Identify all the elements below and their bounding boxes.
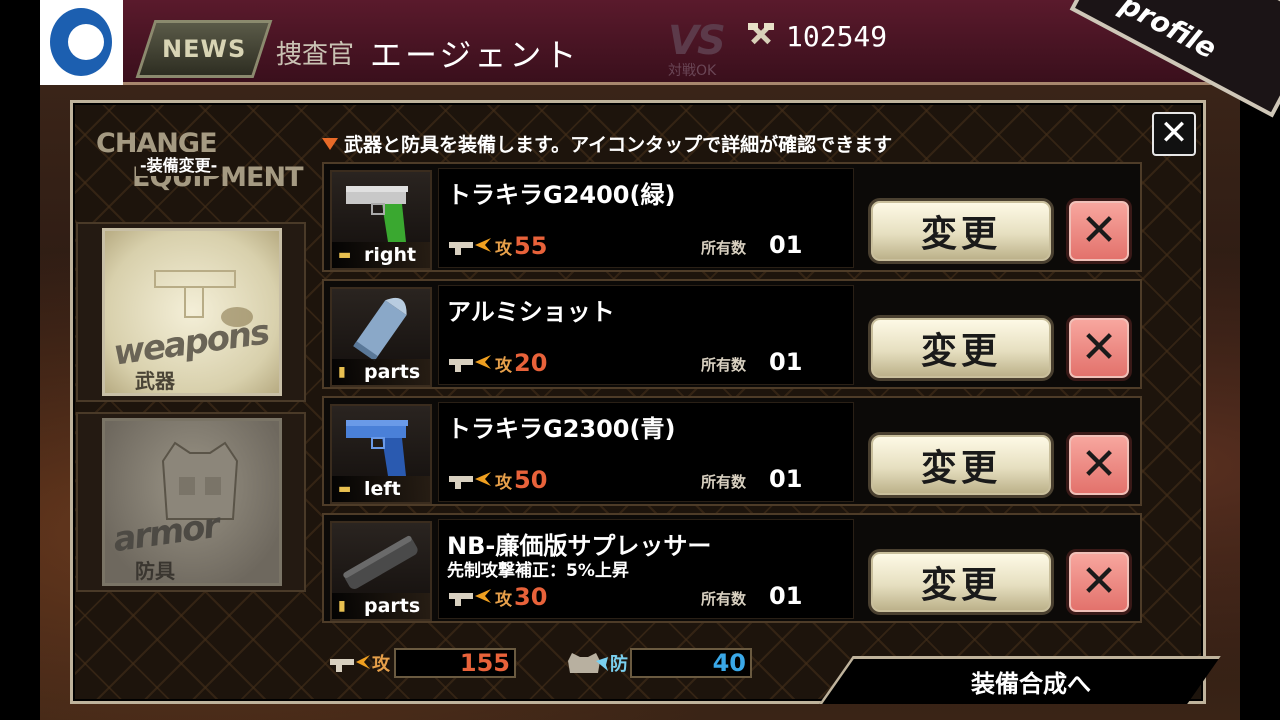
letterbox-left [0, 0, 40, 720]
attack-gun-icon [449, 238, 491, 255]
attack-label: 攻 [495, 355, 512, 376]
gun-icon: ▬ [338, 481, 352, 497]
total-attack-icon [330, 655, 370, 672]
equipment-info: トラキラG2400(緑) 攻 55 所有数 01 [438, 168, 854, 268]
attack-stat: 攻 50 [447, 466, 548, 494]
equipment-row: ▬ right トラキラG2400(緑) 攻 55 所有数 01 変更 ✕ [322, 162, 1142, 272]
total-vest-icon [568, 653, 608, 673]
points-value: 102549 [786, 20, 888, 53]
slot-label: right [364, 244, 417, 266]
owned-value: 01 [769, 348, 803, 376]
equipment-row: ▬ left トラキラG2300(青) 攻 50 所有数 01 変更 ✕ [322, 396, 1142, 506]
panel-title: CHANGE EQUIPMENT -装備変更- [96, 128, 303, 198]
owned-label: 所有数 [701, 473, 747, 491]
owned-label: 所有数 [701, 356, 747, 374]
equipment-effect: 先制攻撃補正：5%上昇 [447, 561, 629, 581]
change-button[interactable]: 変更 [868, 549, 1054, 615]
bullet-icon [353, 297, 407, 362]
slot-tag: ▬ left [332, 476, 430, 502]
owned-label: 所有数 [701, 239, 747, 257]
attack-value: 20 [514, 349, 548, 377]
total-defense: 防 [566, 648, 628, 678]
weapon-icon-slot[interactable]: ▬ right [330, 170, 432, 270]
slot-label: parts [364, 361, 421, 383]
equipment-info: トラキラG2300(青) 攻 50 所有数 01 [438, 402, 854, 502]
attack-stat: 攻 30 [447, 583, 548, 611]
remove-button[interactable]: ✕ [1066, 549, 1132, 615]
remove-button[interactable]: ✕ [1066, 198, 1132, 264]
pistol-grip [382, 204, 406, 242]
attack-gun-icon [449, 589, 491, 606]
news-label: NEWS [161, 35, 247, 63]
equipment-name: トラキラG2400(緑) [447, 181, 676, 209]
owned-label: 所有数 [701, 590, 747, 608]
suppressor-icon [343, 535, 418, 589]
total-defense-value: 40 [630, 648, 752, 678]
owned-value: 01 [769, 465, 803, 493]
slot-tag: ▬ right [332, 242, 430, 268]
synthesis-label: 装備合成へ [970, 670, 1091, 698]
triangle-down-icon [322, 137, 338, 150]
tab-armor[interactable]: armor 防具 [76, 412, 306, 592]
vs-status: 対戦OK [668, 63, 717, 79]
change-button[interactable]: 変更 [868, 198, 1054, 264]
synthesis-button[interactable]: 装備合成へ [819, 656, 1221, 704]
change-button[interactable]: 変更 [868, 315, 1054, 381]
owned-value: 01 [769, 231, 803, 259]
equipment-info: NB-廉価版サプレッサー 先制攻撃補正：5%上昇 攻 30 所有数 01 [438, 519, 854, 619]
ammo-icon: ▮ [338, 364, 346, 380]
attack-label: 攻 [495, 472, 512, 493]
equipment-info: アルミショット 攻 20 所有数 01 [438, 285, 854, 385]
instruction-text: 武器と防具を装備します。アイコンタップで詳細が確認できます [344, 134, 893, 156]
slot-label: parts [364, 595, 421, 617]
parts-icon-slot[interactable]: ▮ parts [330, 287, 432, 387]
remove-button[interactable]: ✕ [1066, 315, 1132, 381]
slot-tag: ▮ parts [332, 359, 430, 385]
agent-name: エージェント [370, 36, 580, 74]
attack-label: 攻 [495, 238, 512, 259]
attack-stat: 攻 20 [447, 349, 548, 377]
hammer-icon [746, 20, 776, 50]
slot-label: left [364, 478, 401, 500]
equipment-row: ▮ parts アルミショット 攻 20 所有数 01 変更 ✕ [322, 279, 1142, 389]
armor-card: armor 防具 [102, 418, 282, 586]
equipment-name: アルミショット [447, 298, 615, 326]
attack-value: 50 [514, 466, 548, 494]
logo-mark-icon [50, 8, 112, 76]
attack-value: 55 [514, 232, 548, 260]
ammo-icon: ▮ [338, 598, 346, 614]
weapon-icon-slot[interactable]: ▬ left [330, 404, 432, 504]
weapons-label-jp: 武器 [135, 369, 175, 393]
app-logo[interactable] [40, 0, 123, 85]
attack-value: 30 [514, 583, 548, 611]
pistol-blue-icon [346, 420, 408, 476]
total-defense-label: 防 [610, 654, 628, 675]
armor-label-en: armor [110, 505, 221, 561]
attack-label: 攻 [495, 589, 512, 610]
equipment-row: ▮ parts NB-廉価版サプレッサー 先制攻撃補正：5%上昇 攻 30 所有… [322, 513, 1142, 623]
title-jp: -装備変更- [136, 152, 222, 176]
total-attack-label: 攻 [372, 654, 390, 675]
gun-icon: ▬ [338, 247, 352, 263]
news-button[interactable]: NEWS [135, 20, 273, 78]
agent-rank: 捜査官 [276, 40, 355, 70]
remove-button[interactable]: ✕ [1066, 432, 1132, 498]
slot-tag: ▮ parts [332, 593, 430, 619]
weapons-card: weapons 武器 [102, 228, 282, 396]
armor-label-jp: 防具 [135, 559, 175, 583]
total-attack: 攻 [328, 648, 390, 678]
close-button[interactable]: ✕ [1152, 112, 1196, 156]
pistol-green-icon [346, 186, 408, 242]
total-attack-value: 155 [394, 648, 516, 678]
equipment-name: トラキラG2300(青) [447, 415, 676, 443]
vs-logo[interactable]: VS [668, 18, 726, 64]
parts-icon-slot[interactable]: ▮ parts [330, 521, 432, 621]
attack-stat: 攻 55 [447, 232, 548, 260]
instruction: 武器と防具を装備します。アイコンタップで詳細が確認できます [322, 130, 892, 157]
attack-gun-icon [449, 472, 491, 489]
change-button[interactable]: 変更 [868, 432, 1054, 498]
owned-value: 01 [769, 582, 803, 610]
attack-gun-icon [449, 355, 491, 372]
tab-weapons[interactable]: weapons 武器 [76, 222, 306, 402]
